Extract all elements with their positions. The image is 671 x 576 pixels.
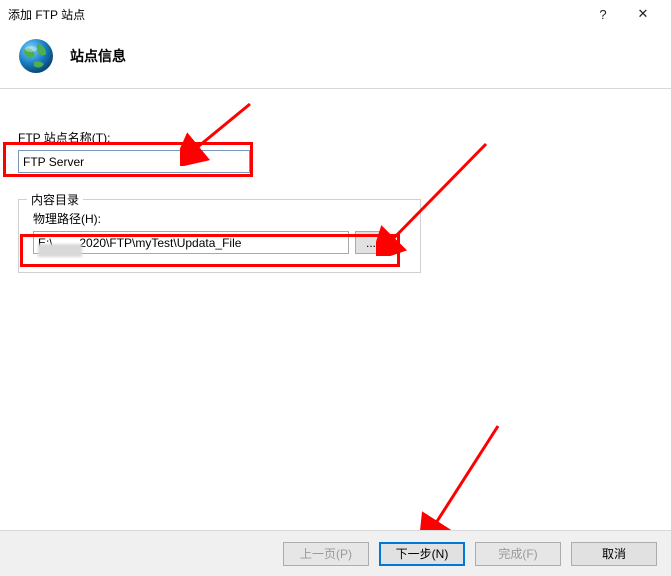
next-button[interactable]: 下一步(N)	[379, 542, 465, 566]
close-button[interactable]: ✕	[623, 0, 663, 28]
window-title: 添加 FTP 站点	[8, 6, 583, 23]
help-button[interactable]: ?	[583, 0, 623, 28]
site-name-input[interactable]	[18, 150, 250, 173]
content-directory-legend: 内容目录	[27, 191, 83, 208]
page-title: 站点信息	[70, 46, 126, 66]
physical-path-label: 物理路径(H):	[33, 210, 406, 227]
site-name-label: FTP 站点名称(T):	[18, 129, 653, 146]
browse-button[interactable]: ...	[355, 231, 387, 254]
cancel-button[interactable]: 取消	[571, 542, 657, 566]
finish-button: 完成(F)	[475, 542, 561, 566]
previous-button: 上一页(P)	[283, 542, 369, 566]
globe-icon	[16, 36, 56, 76]
wizard-footer: 上一页(P) 下一步(N) 完成(F) 取消	[0, 530, 671, 576]
physical-path-input[interactable]	[33, 231, 349, 254]
wizard-header: 站点信息	[0, 28, 671, 88]
content-directory-group: 内容目录 物理路径(H): ...	[18, 199, 421, 273]
annotation-arrow-icon	[420, 418, 510, 538]
titlebar: 添加 FTP 站点 ? ✕	[0, 0, 671, 28]
wizard-content: FTP 站点名称(T): 内容目录 物理路径(H): ...	[0, 89, 671, 285]
